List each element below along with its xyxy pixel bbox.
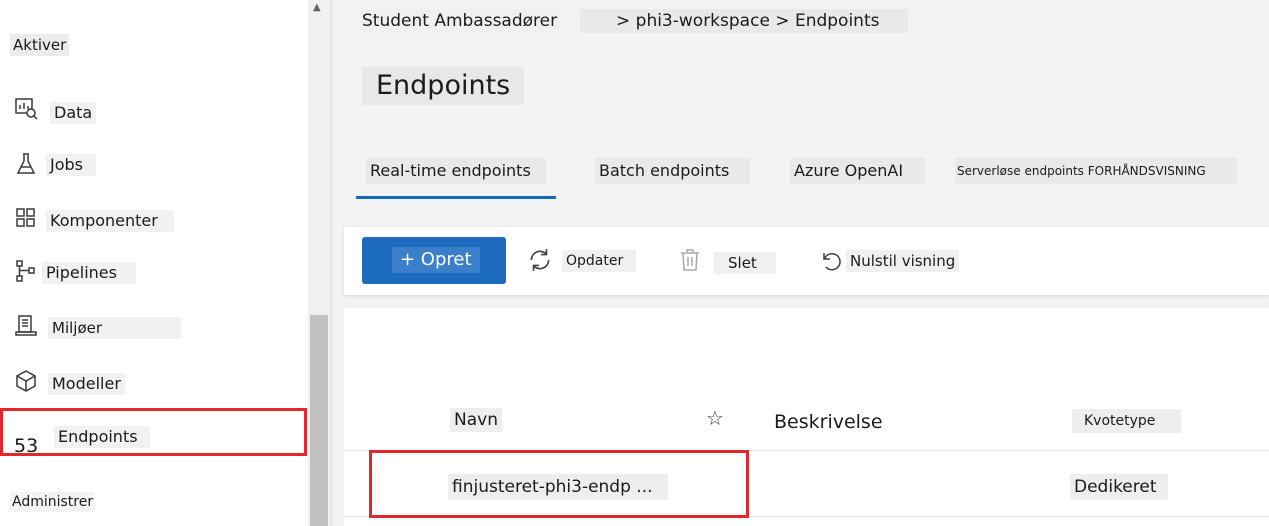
section-label-manage: Administrer <box>10 492 96 512</box>
tab-real-time-endpoints[interactable]: Real-time endpoints <box>366 158 546 184</box>
sidebar-divider <box>330 0 332 526</box>
sidebar-item-label: Data <box>50 102 97 124</box>
breadcrumb-path[interactable]: > phi3-workspace > Endpoints <box>580 9 908 33</box>
sidebar-item-components[interactable]: Komponenter <box>0 200 305 240</box>
selected-item-highlight <box>0 408 307 456</box>
sidebar-item-data[interactable]: Data <box>0 94 305 134</box>
pipeline-icon <box>14 259 38 283</box>
components-icon <box>14 206 38 230</box>
sidebar-item-environments[interactable]: Miljøer <box>0 308 305 348</box>
refresh-icon[interactable] <box>527 247 553 277</box>
quota-type-cell: Dedikeret <box>1070 474 1168 500</box>
breadcrumb-root[interactable]: Student Ambassadører <box>360 9 560 33</box>
flask-icon <box>14 152 38 176</box>
selected-row-highlight <box>369 450 749 518</box>
sidebar-item-label: Jobs <box>46 154 96 176</box>
sidebar-scrollbar[interactable]: ▲ <box>308 0 330 526</box>
tab-serverless-endpoints[interactable]: Serverløse endpoints FORHÅNDSVISNING <box>955 158 1237 184</box>
cube-icon <box>14 369 38 393</box>
column-header-name[interactable]: Navn <box>450 408 502 432</box>
reset-view-icon[interactable] <box>820 249 844 277</box>
sidebar-item-label: Komponenter <box>46 210 174 232</box>
sidebar-item-models[interactable]: Modeller <box>0 364 305 404</box>
create-button-label[interactable]: + Opret <box>392 247 480 273</box>
column-header-description[interactable]: Beskrivelse <box>770 410 887 434</box>
column-header-quota-type[interactable]: Kvotetype <box>1072 409 1181 433</box>
scroll-up-arrow-icon[interactable]: ▲ <box>313 2 321 13</box>
sidebar-item-pipelines[interactable]: Pipelines <box>0 254 305 294</box>
delete-button[interactable]: Slet <box>714 252 776 274</box>
tab-batch-endpoints[interactable]: Batch endpoints <box>595 158 750 184</box>
section-label-activate: Aktiver <box>10 34 70 56</box>
page-title: Endpoints <box>362 67 525 105</box>
trash-icon[interactable] <box>679 248 701 276</box>
sidebar-item-label: Miljøer <box>48 317 181 339</box>
data-icon <box>14 96 38 120</box>
sidebar-item-label: Pipelines <box>42 262 136 284</box>
active-tab-indicator <box>356 196 556 199</box>
sidebar-item-label: Modeller <box>48 373 125 395</box>
tab-azure-openai[interactable]: Azure OpenAI <box>790 158 925 184</box>
star-icon[interactable]: ☆ <box>706 406 724 430</box>
sidebar-item-jobs[interactable]: Jobs <box>0 146 305 186</box>
scrollbar-thumb[interactable] <box>310 315 328 526</box>
environment-icon <box>14 314 38 338</box>
reset-view-button[interactable]: Nulstil visning <box>846 250 960 272</box>
refresh-button[interactable]: Opdater <box>562 250 636 272</box>
